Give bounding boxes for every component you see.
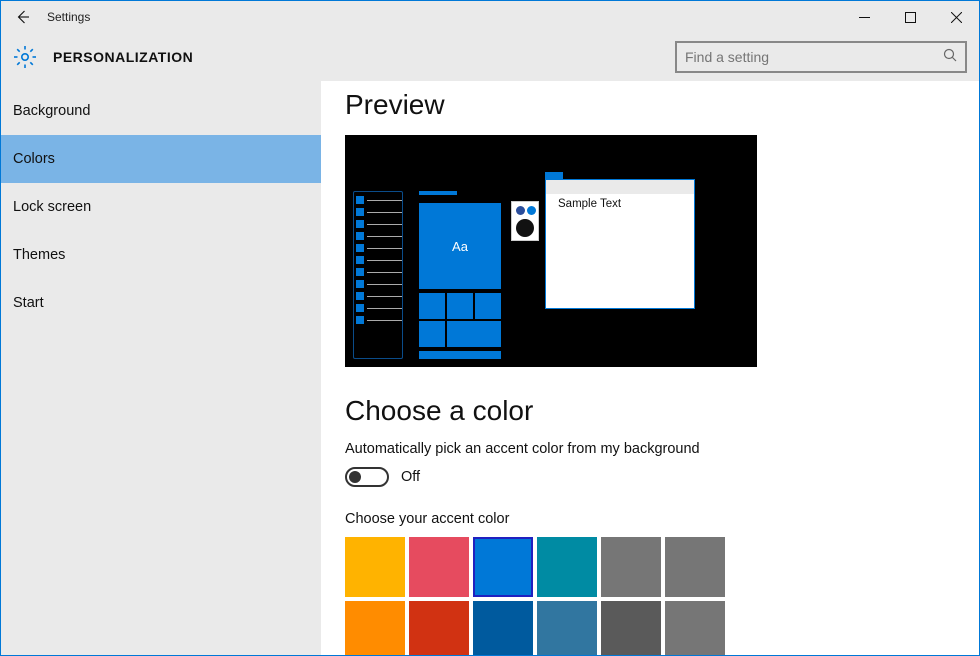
accent-swatch[interactable]	[537, 601, 597, 655]
auto-pick-toggle-row: Off	[345, 467, 955, 487]
preview-tile-text: Aa	[419, 203, 501, 289]
accent-swatch[interactable]	[601, 537, 661, 597]
content-pane[interactable]: Preview Aa	[321, 81, 979, 655]
preview-sample-text: Sample Text	[558, 198, 621, 210]
search-input[interactable]	[685, 49, 943, 65]
accent-swatch[interactable]	[409, 537, 469, 597]
search-icon	[943, 48, 957, 67]
sidebar-item-label: Start	[13, 295, 44, 311]
close-button[interactable]	[933, 1, 979, 33]
maximize-icon	[905, 12, 916, 23]
auto-pick-toggle[interactable]	[345, 467, 389, 487]
accent-swatch[interactable]	[473, 537, 533, 597]
titlebar: Settings	[1, 1, 979, 33]
sidebar-item-background[interactable]: Background	[1, 87, 321, 135]
sidebar: Background Colors Lock screen Themes Sta…	[1, 81, 321, 655]
settings-window: Settings PERSONALIZATION Background Colo…	[0, 0, 980, 656]
choose-color-heading: Choose a color	[345, 395, 955, 427]
preview-sample-window: Sample Text	[545, 179, 695, 309]
accent-color-label: Choose your accent color	[345, 511, 955, 527]
preview-wallpaper-thumb	[511, 201, 539, 241]
header: PERSONALIZATION	[1, 33, 979, 81]
sidebar-item-label: Colors	[13, 151, 55, 167]
close-icon	[951, 12, 962, 23]
preview-heading: Preview	[345, 89, 955, 121]
accent-swatch[interactable]	[409, 601, 469, 655]
maximize-button[interactable]	[887, 1, 933, 33]
accent-swatch[interactable]	[537, 537, 597, 597]
accent-swatch[interactable]	[345, 537, 405, 597]
accent-color-swatches	[345, 537, 745, 655]
sidebar-item-label: Background	[13, 103, 90, 119]
auto-pick-label: Automatically pick an accent color from …	[345, 441, 955, 457]
accent-swatch[interactable]	[473, 601, 533, 655]
auto-pick-state: Off	[401, 469, 420, 485]
minimize-button[interactable]	[841, 1, 887, 33]
accent-swatch[interactable]	[665, 601, 725, 655]
sidebar-item-label: Lock screen	[13, 199, 91, 215]
body: Background Colors Lock screen Themes Sta…	[1, 81, 979, 655]
sidebar-item-themes[interactable]: Themes	[1, 231, 321, 279]
sidebar-item-lock-screen[interactable]: Lock screen	[1, 183, 321, 231]
accent-swatch[interactable]	[601, 601, 661, 655]
minimize-icon	[859, 12, 870, 23]
search-box[interactable]	[675, 41, 967, 73]
arrow-left-icon	[14, 8, 32, 26]
gear-icon[interactable]	[13, 45, 37, 69]
preview-box: Aa Sample Text	[345, 135, 757, 367]
accent-swatch[interactable]	[665, 537, 725, 597]
accent-swatch[interactable]	[345, 601, 405, 655]
preview-taskbar	[353, 191, 403, 359]
window-controls	[841, 1, 979, 33]
preview-tiles: Aa	[419, 191, 501, 359]
page-title: PERSONALIZATION	[53, 49, 193, 65]
window-title: Settings	[47, 10, 90, 24]
sidebar-item-colors[interactable]: Colors	[1, 135, 321, 183]
sidebar-item-label: Themes	[13, 247, 65, 263]
sidebar-item-start[interactable]: Start	[1, 279, 321, 327]
back-button[interactable]	[1, 1, 45, 33]
